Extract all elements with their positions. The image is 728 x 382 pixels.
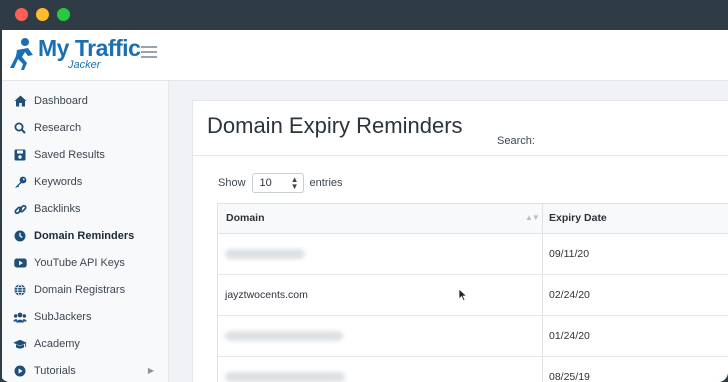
page-title: Domain Expiry Reminders <box>207 113 463 138</box>
sidebar-item-domain-registrars[interactable]: Domain Registrars <box>2 279 168 301</box>
expiry-date-cell: 08/25/19 <box>549 371 590 382</box>
play-icon <box>13 364 27 378</box>
sidebar-item-keywords[interactable]: Keywords <box>2 171 168 193</box>
sidebar-item-label: Domain Registrars <box>34 284 126 296</box>
sidebar-item-label: YouTube API Keys <box>34 257 125 269</box>
table-row[interactable]: 09/11/20 <box>217 234 728 275</box>
column-divider <box>542 275 543 315</box>
close-window-button[interactable] <box>15 8 28 21</box>
top-bar: My Traffic Jacker <box>2 30 728 81</box>
column-divider <box>542 316 543 356</box>
expiry-date-cell: 02/24/20 <box>549 289 590 301</box>
sidebar-item-tutorials[interactable]: Tutorials ▶ <box>2 360 168 382</box>
entries-select[interactable]: 10 ▲ ▼ <box>251 173 304 193</box>
sort-icon[interactable]: ▲▼ <box>525 213 540 222</box>
expiry-date-cell: 09/11/20 <box>549 248 590 260</box>
search-icon <box>13 121 27 135</box>
column-header-expiry-date[interactable]: Expiry Date <box>549 204 728 233</box>
table-row[interactable]: 01/24/20 <box>217 316 728 357</box>
sidebar-item-label: Saved Results <box>34 149 105 161</box>
menu-toggle-icon[interactable] <box>141 46 157 60</box>
sidebar-item-label: Domain Reminders <box>34 230 135 242</box>
sidebar-item-domain-reminders[interactable]: Domain Reminders <box>2 225 168 247</box>
youtube-icon <box>13 256 27 270</box>
app-window: My Traffic Jacker Dashboard Research Sav… <box>0 0 728 382</box>
home-icon <box>13 94 27 108</box>
obscured-domain <box>225 331 343 341</box>
graduation-cap-icon <box>13 337 27 351</box>
title-divider <box>193 155 728 156</box>
table-row[interactable]: jayztwocents.com 02/24/20 <box>217 275 728 316</box>
link-icon <box>13 202 27 216</box>
sidebar-item-label: Tutorials <box>34 365 76 377</box>
search-label: Search: <box>497 135 535 147</box>
chevron-right-icon: ▶ <box>147 366 154 375</box>
sidebar-item-dashboard[interactable]: Dashboard <box>2 90 168 112</box>
sidebar-item-research[interactable]: Research <box>2 117 168 139</box>
sidebar-item-label: SubJackers <box>34 311 92 323</box>
column-divider <box>542 357 543 382</box>
save-icon <box>13 148 27 162</box>
globe-icon <box>13 283 27 297</box>
minimize-window-button[interactable] <box>36 8 49 21</box>
table-row[interactable]: 08/25/19 <box>217 357 728 382</box>
sidebar-item-label: Backlinks <box>34 203 81 215</box>
sidebar-item-label: Academy <box>34 338 80 350</box>
maximize-window-button[interactable] <box>57 8 70 21</box>
select-arrows-icon: ▲ ▼ <box>290 175 299 191</box>
clock-icon <box>13 229 27 243</box>
column-header-domain[interactable]: Domain <box>226 204 536 233</box>
sidebar-item-label: Dashboard <box>34 95 88 107</box>
key-icon <box>13 175 27 189</box>
sidebar: Dashboard Research Saved Results Keyword… <box>2 81 169 382</box>
sidebar-item-academy[interactable]: Academy <box>2 333 168 355</box>
column-divider <box>542 204 543 233</box>
entries-select-value: 10 <box>259 177 272 189</box>
show-label: Show <box>218 177 246 189</box>
logo[interactable]: My Traffic Jacker <box>8 35 158 75</box>
mouse-cursor-icon <box>458 288 468 302</box>
sidebar-item-label: Research <box>34 122 82 134</box>
entries-label: entries <box>309 177 343 189</box>
obscured-domain <box>225 372 345 382</box>
logo-subtext: Jacker <box>68 59 101 71</box>
sidebar-item-youtube-api-keys[interactable]: YouTube API Keys <box>2 252 168 274</box>
domain-cell: jayztwocents.com <box>225 289 308 301</box>
window-titlebar <box>0 0 728 30</box>
sidebar-item-subjackers[interactable]: SubJackers <box>2 306 168 328</box>
logo-figure-icon <box>10 38 33 70</box>
sidebar-item-backlinks[interactable]: Backlinks <box>2 198 168 220</box>
entries-length-control: Show 10 ▲ ▼ entries <box>218 173 343 193</box>
logo-text: My Traffic <box>38 35 141 61</box>
column-divider <box>542 234 543 274</box>
app-content: My Traffic Jacker Dashboard Research Sav… <box>2 30 728 382</box>
expiry-date-cell: 01/24/20 <box>549 330 590 342</box>
obscured-domain <box>225 249 305 259</box>
sidebar-item-saved-results[interactable]: Saved Results <box>2 144 168 166</box>
table-header: Domain ▲▼ Expiry Date <box>217 204 728 234</box>
sidebar-item-label: Keywords <box>34 176 83 188</box>
users-icon <box>13 310 27 324</box>
domain-table: Domain ▲▼ Expiry Date 09/11/20 jayztwoce… <box>217 203 728 382</box>
